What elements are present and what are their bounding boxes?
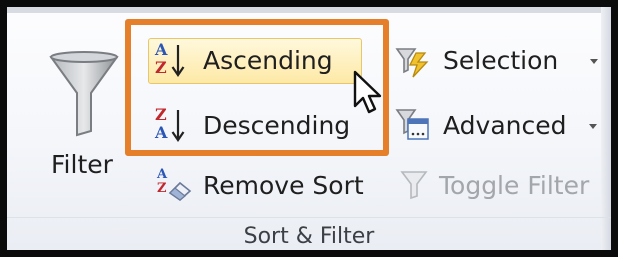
toggle-filter-icon — [400, 171, 428, 200]
icon-letter-z: Z — [157, 181, 167, 196]
mouse-cursor-icon — [353, 70, 382, 114]
chevron-down-icon — [590, 59, 598, 64]
chevron-down-icon — [589, 124, 597, 129]
advanced-label: Advanced — [443, 111, 567, 140]
eraser-icon — [168, 181, 192, 201]
funnel-icon — [49, 51, 119, 137]
filter-label: Filter — [51, 150, 113, 179]
ribbon-top-border — [7, 7, 611, 13]
remove-sort-icon: A Z — [157, 167, 195, 203]
sort-by-selection-icon — [395, 48, 429, 78]
advanced-filter-icon — [395, 109, 429, 140]
selection-label: Selection — [443, 46, 559, 75]
group-divider — [7, 217, 611, 218]
group-label: Sort & Filter — [243, 224, 375, 249]
sort-filter-ribbon-group: Filter A Z Ascending Z A Descending A Z … — [0, 0, 618, 257]
filter-button[interactable]: Filter — [27, 43, 127, 193]
callout-highlight-box — [125, 19, 389, 156]
remove-sort-label: Remove Sort — [203, 171, 364, 200]
toggle-filter-label: Toggle Filter — [439, 171, 590, 200]
ribbon-right-edge — [601, 7, 611, 250]
